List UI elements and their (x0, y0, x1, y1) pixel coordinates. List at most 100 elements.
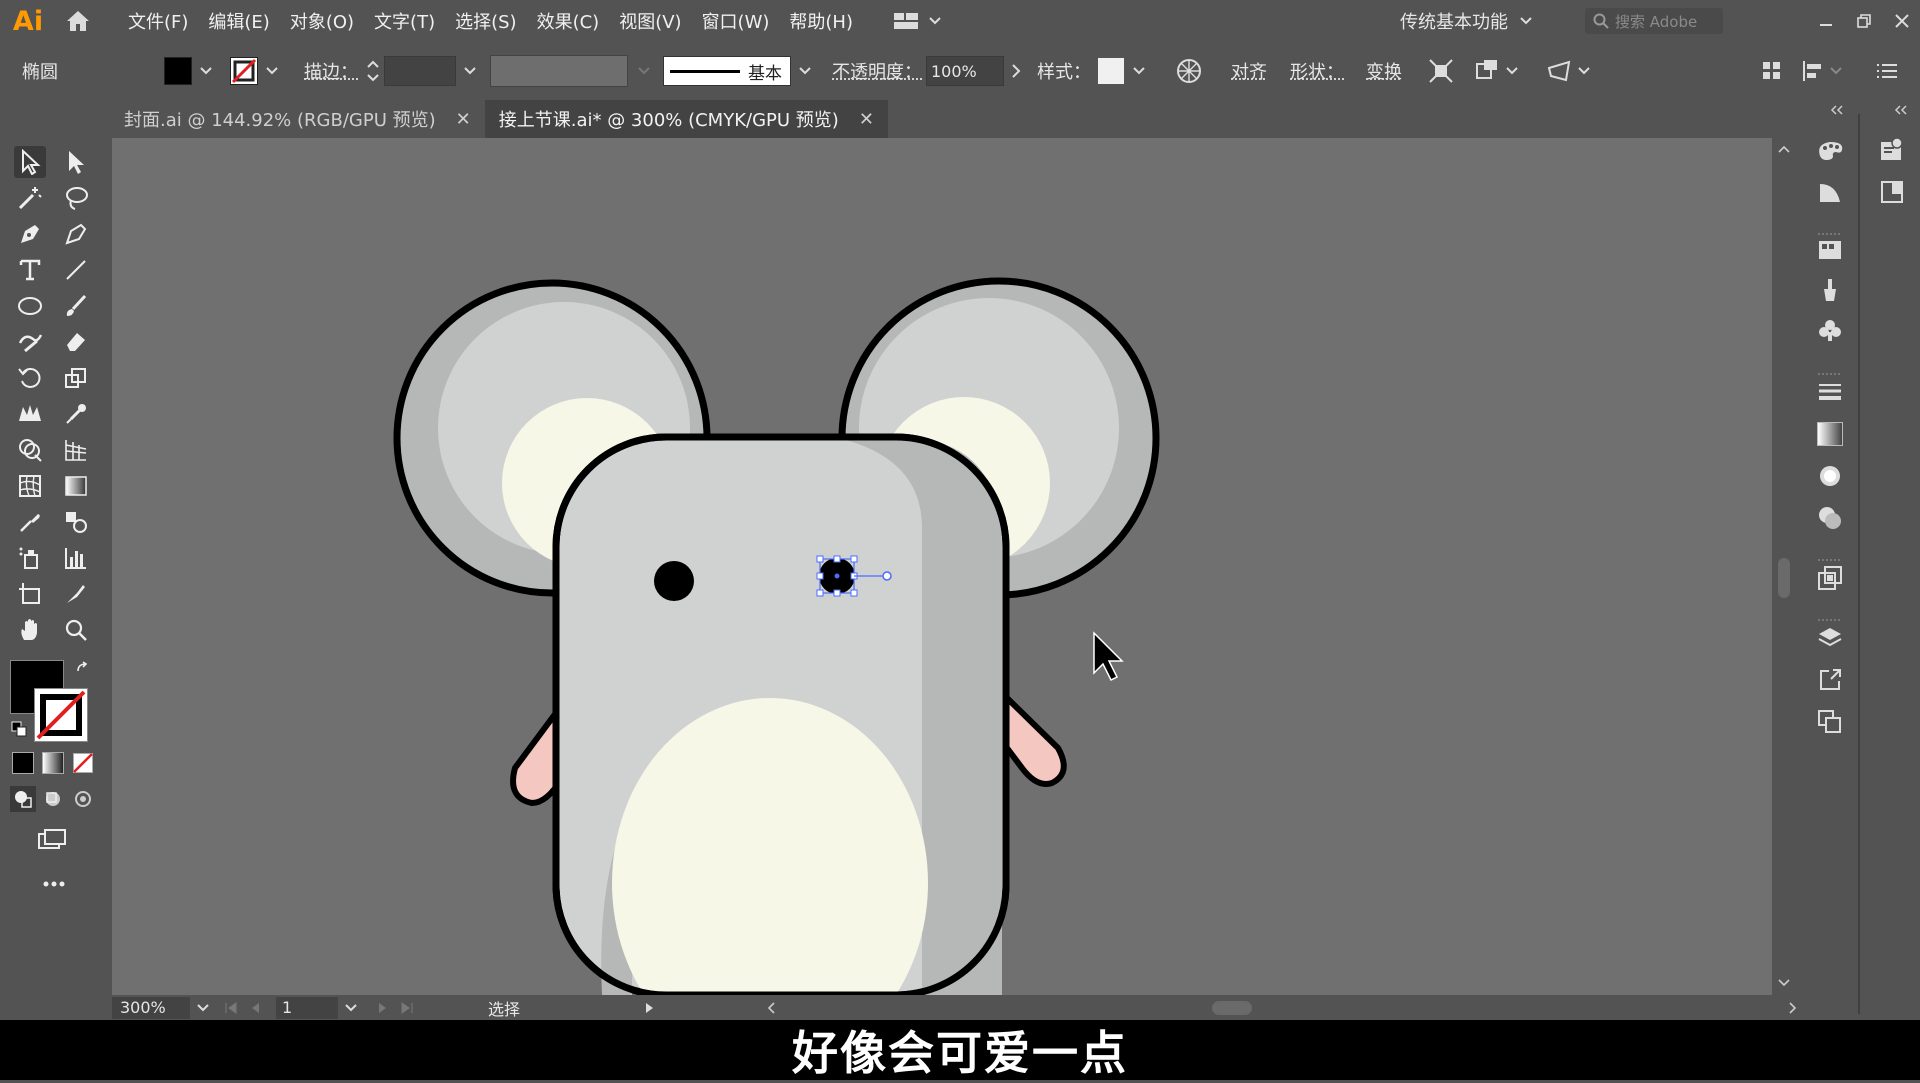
left-eye[interactable] (654, 561, 694, 601)
swatches-panel-icon[interactable] (1814, 234, 1846, 266)
chevron-down-icon[interactable] (634, 57, 654, 85)
previous-artboard-icon[interactable] (248, 1001, 262, 1015)
type-tool-icon[interactable] (14, 254, 46, 286)
scroll-thumb[interactable] (1778, 558, 1790, 598)
perspective-grid-tool-icon[interactable] (60, 434, 92, 466)
grid-view-icon[interactable] (1762, 50, 1782, 92)
last-artboard-icon[interactable] (400, 1001, 414, 1015)
home-icon[interactable] (56, 9, 100, 33)
screen-mode-icon[interactable] (36, 824, 68, 856)
ellipse-tool-icon[interactable] (14, 290, 46, 322)
default-fill-stroke-icon[interactable] (8, 718, 30, 740)
graphic-style-control[interactable] (1097, 50, 1149, 92)
menu-object[interactable]: 对象(O) (280, 8, 364, 34)
brush-definition[interactable]: 基本 (663, 50, 815, 92)
swap-fill-stroke-icon[interactable] (72, 658, 94, 680)
shape-builder-tool-icon[interactable] (14, 434, 46, 466)
stroke-weight-field[interactable] (366, 50, 480, 92)
artboard-nav-next-last[interactable] (376, 1001, 414, 1015)
puppet-warp-dropdown[interactable] (1546, 50, 1590, 92)
color-guide-panel-icon[interactable] (1814, 176, 1846, 208)
menu-select[interactable]: 选择(S) (445, 8, 526, 34)
brushes-panel-icon[interactable] (1814, 274, 1846, 306)
blend-tool-icon[interactable] (60, 506, 92, 538)
fill-color-control[interactable] (164, 50, 216, 92)
eraser-tool-icon[interactable] (60, 326, 92, 358)
align-label[interactable]: 对齐 (1231, 50, 1267, 92)
stroke-swatch-none[interactable] (230, 57, 258, 85)
line-segment-tool-icon[interactable] (60, 254, 92, 286)
width-tool-icon[interactable] (14, 398, 46, 430)
close-icon[interactable]: ✕ (456, 109, 471, 130)
edit-toolbar-icon[interactable] (38, 868, 70, 900)
stroke-weight-input[interactable] (384, 56, 456, 86)
direct-selection-tool-icon[interactable] (60, 146, 92, 178)
libraries-panel-icon[interactable] (1876, 134, 1908, 166)
color-mode-icon[interactable] (10, 750, 36, 776)
isolate-object-icon[interactable] (1428, 50, 1454, 92)
chevron-down-icon[interactable] (338, 1003, 364, 1012)
properties-panel-icon[interactable] (1876, 176, 1908, 208)
export-panel-icon[interactable] (1814, 664, 1846, 696)
shape-label[interactable]: 形状： (1290, 50, 1344, 92)
restore-icon[interactable] (1856, 13, 1872, 29)
chevron-down-icon[interactable] (795, 57, 815, 85)
none-mode-icon[interactable] (70, 750, 96, 776)
menu-type[interactable]: 文字(T) (364, 8, 445, 34)
gradient-panel-icon[interactable] (1814, 418, 1846, 450)
fill-swatch[interactable] (164, 57, 192, 85)
shaper-tool-icon[interactable] (14, 326, 46, 358)
first-artboard-icon[interactable] (224, 1001, 238, 1015)
close-icon[interactable] (1894, 13, 1910, 29)
stroke-label[interactable]: 描边： (304, 50, 358, 92)
arrange-dropdown[interactable] (1474, 50, 1518, 92)
draw-behind-icon[interactable] (40, 786, 66, 812)
chevron-down-icon[interactable] (196, 57, 216, 85)
horizontal-scrollbar[interactable] (762, 998, 1802, 1018)
menu-effect[interactable]: 效果(C) (527, 8, 610, 34)
transform-panel-icon[interactable] (1814, 562, 1846, 594)
menu-window[interactable]: 窗口(W) (692, 8, 780, 34)
tab-cover[interactable]: 封面.ai @ 144.92% (RGB/GPU 预览) ✕ (92, 100, 485, 138)
collapse-left-dock-icon[interactable] (1802, 100, 1858, 115)
paintbrush-tool-icon[interactable] (60, 290, 92, 322)
stroke-color-control[interactable] (230, 50, 282, 92)
zoom-field[interactable]: 300% (112, 996, 190, 1019)
chevron-down-icon[interactable] (262, 57, 282, 85)
chevron-down-icon[interactable] (460, 57, 480, 85)
panel-menu-icon[interactable] (1876, 50, 1898, 92)
color-panel-icon[interactable] (1814, 134, 1846, 166)
artboard-number-field[interactable]: 1 (276, 996, 338, 1019)
recolor-artwork-icon[interactable] (1176, 50, 1202, 92)
canvas[interactable] (112, 138, 1772, 995)
opacity-label[interactable]: 不透明度： (832, 50, 922, 92)
transparency-panel-icon[interactable] (1814, 460, 1846, 492)
lasso-tool-icon[interactable] (60, 182, 92, 214)
magic-wand-tool-icon[interactable] (14, 182, 46, 214)
curvature-tool-icon[interactable] (60, 218, 92, 250)
zoom-tool-icon[interactable] (60, 614, 92, 646)
artwork-mouse-illustration[interactable] (112, 138, 1772, 995)
column-graph-tool-icon[interactable] (60, 542, 92, 574)
puppet-warp-tool-icon[interactable] (60, 398, 92, 430)
artboard-tool-icon[interactable] (14, 578, 46, 610)
stroke-color-swatch[interactable] (34, 688, 88, 742)
align-options-dropdown[interactable] (1802, 50, 1842, 92)
menu-file[interactable]: 文件(F) (118, 8, 198, 34)
gradient-tool-icon[interactable] (60, 470, 92, 502)
pen-tool-icon[interactable] (14, 218, 46, 250)
arrange-documents-button[interactable] (893, 12, 941, 30)
menu-help[interactable]: 帮助(H) (779, 8, 863, 34)
draw-normal-icon[interactable] (10, 786, 36, 812)
artboards-panel-icon[interactable] (1814, 706, 1846, 738)
workspace-switcher[interactable]: 传统基本功能 (1400, 0, 1532, 42)
artboard-nav-first-prev[interactable] (224, 1001, 262, 1015)
minimize-icon[interactable] (1818, 13, 1834, 29)
chevron-right-icon[interactable] (1010, 64, 1022, 78)
stroke-panel-icon[interactable] (1814, 376, 1846, 408)
selection-tool-icon[interactable] (14, 146, 46, 178)
menu-edit[interactable]: 编辑(E) (198, 8, 279, 34)
opacity-input[interactable]: 100% (926, 56, 1004, 86)
appearance-panel-icon[interactable] (1814, 502, 1846, 534)
transform-label[interactable]: 变换 (1366, 50, 1402, 92)
